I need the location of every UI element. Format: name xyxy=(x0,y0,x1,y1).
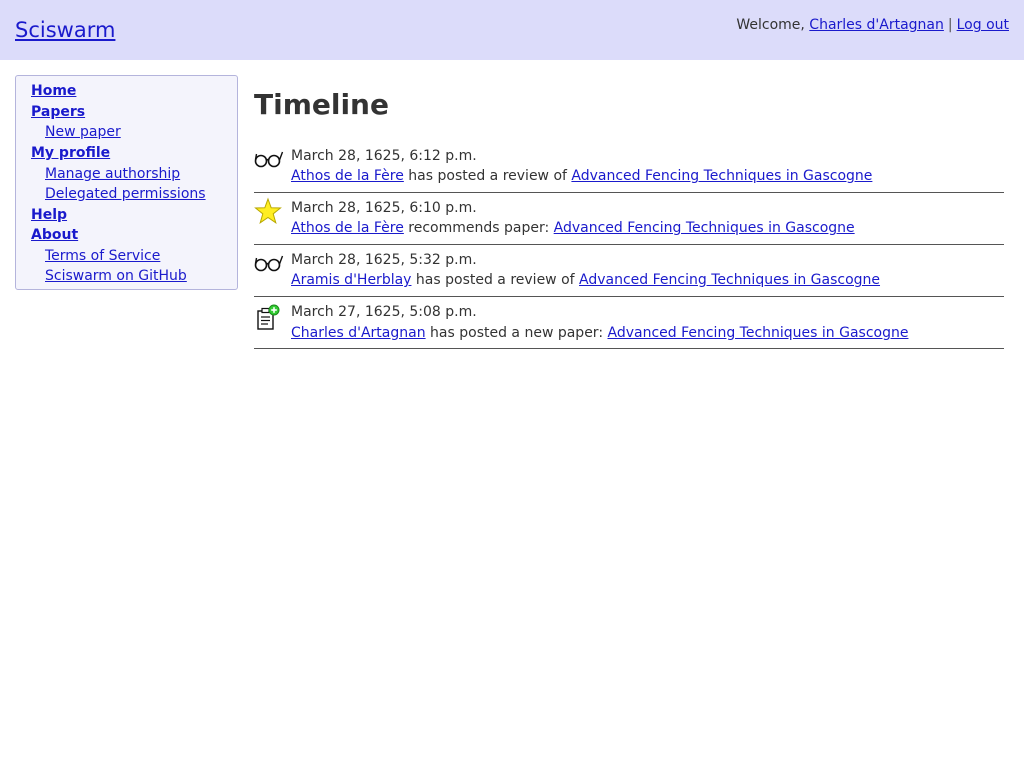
actor-link[interactable]: Aramis d'Herblay xyxy=(291,272,411,288)
entry-description: Aramis d'Herblay has posted a review of … xyxy=(291,271,880,289)
site-title-link[interactable]: Sciswarm xyxy=(15,17,115,43)
star-icon xyxy=(254,193,284,231)
actor-link[interactable]: Athos de la Fère xyxy=(291,168,404,184)
site-header: Sciswarm Welcome, Charles d'Artagnan | Log… xyxy=(0,0,1024,60)
user-profile-link[interactable]: Charles d'Artagnan xyxy=(809,17,944,33)
paper-link[interactable]: Advanced Fencing Techniques in Gascogne xyxy=(579,272,880,288)
glasses-icon xyxy=(254,245,284,277)
logout-link[interactable]: Log out xyxy=(957,17,1009,33)
entry-action-text: has posted a new paper: xyxy=(425,325,608,341)
paper-link[interactable]: Advanced Fencing Techniques in Gascogne xyxy=(554,220,855,236)
timeline-entry: March 28, 1625, 6:12 p.m. Athos de la Fè… xyxy=(254,141,1004,193)
page-title: Timeline xyxy=(254,88,389,121)
sidebar-item-about[interactable]: About xyxy=(31,226,78,244)
entry-action-text: recommends paper: xyxy=(403,220,554,236)
sidebar-item-new-paper[interactable]: New paper xyxy=(45,123,121,141)
timeline-entry: March 28, 1625, 5:32 p.m. Aramis d'Herbl… xyxy=(254,245,1004,297)
actor-link[interactable]: Charles d'Artagnan xyxy=(291,325,426,341)
entry-description: Charles d'Artagnan has posted a new pape… xyxy=(291,324,908,342)
entry-timestamp: March 28, 1625, 5:32 p.m. xyxy=(291,252,477,268)
sidebar-item-home[interactable]: Home xyxy=(31,82,76,100)
sidebar-item-delegated-permissions[interactable]: Delegated permissions xyxy=(45,185,206,203)
sidebar-item-github[interactable]: Sciswarm on GitHub xyxy=(45,267,187,285)
entry-description: Athos de la Fère has posted a review of … xyxy=(291,167,872,185)
entry-timestamp: March 28, 1625, 6:12 p.m. xyxy=(291,148,477,164)
entry-description: Athos de la Fère recommends paper: Advan… xyxy=(291,219,855,237)
timeline-entry: March 28, 1625, 6:10 p.m. Athos de la Fè… xyxy=(254,193,1004,245)
separator: | xyxy=(947,17,953,33)
entry-timestamp: March 28, 1625, 6:10 p.m. xyxy=(291,200,477,216)
actor-link[interactable]: Athos de la Fère xyxy=(291,220,404,236)
entry-timestamp: March 27, 1625, 5:08 p.m. xyxy=(291,304,477,320)
sidebar-item-my-profile[interactable]: My profile xyxy=(31,144,110,162)
entry-action-text: has posted a review of xyxy=(411,272,580,288)
paper-link[interactable]: Advanced Fencing Techniques in Gascogne xyxy=(571,168,872,184)
sidebar-item-papers[interactable]: Papers xyxy=(31,103,85,121)
user-bar: Welcome, Charles d'Artagnan | Log out xyxy=(736,16,1009,34)
sidebar-nav: Home Papers New paper My profile Manage … xyxy=(15,75,238,290)
entry-action-text: has posted a review of xyxy=(403,168,572,184)
sidebar-item-manage-authorship[interactable]: Manage authorship xyxy=(45,165,180,183)
welcome-text: Welcome, xyxy=(736,17,805,33)
sidebar-item-terms-of-service[interactable]: Terms of Service xyxy=(45,247,160,265)
sidebar-item-help[interactable]: Help xyxy=(31,206,67,224)
paper-link[interactable]: Advanced Fencing Techniques in Gascogne xyxy=(607,325,908,341)
new-document-icon xyxy=(254,297,284,337)
timeline-entry: March 27, 1625, 5:08 p.m. Charles d'Arta… xyxy=(254,297,1004,349)
glasses-icon xyxy=(254,141,284,173)
